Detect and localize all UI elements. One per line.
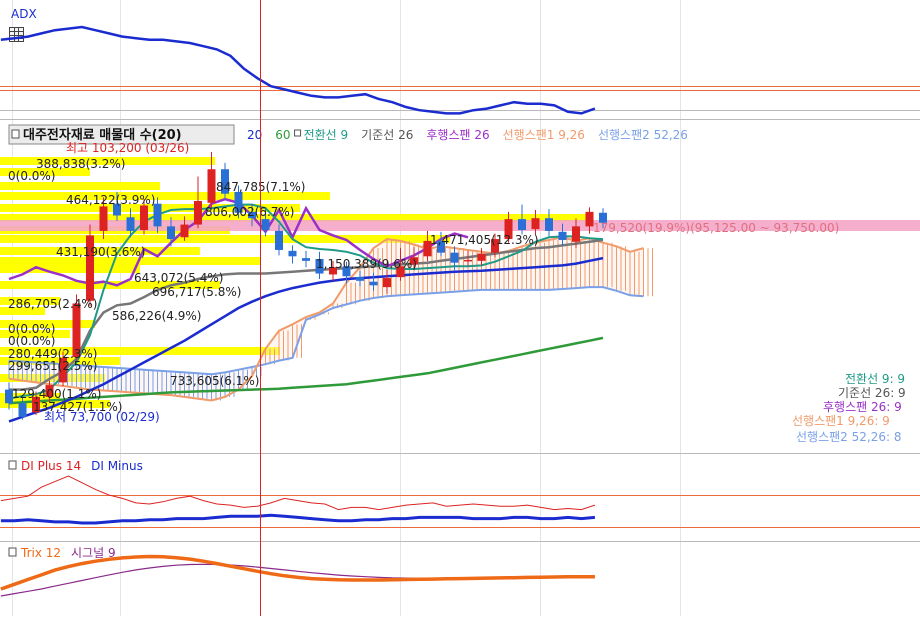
- legend-item-4: 후행스팬 26: [426, 127, 489, 142]
- indicator-legend: 20 60 전환선 9 기준선 26 후행스팬 26 선행스팬1 9,26 선행스팬2 52…: [247, 127, 688, 142]
- trix-legend-icon: [8, 547, 17, 557]
- candle-body-15: [207, 169, 216, 203]
- candle-body-27: [369, 281, 378, 286]
- candle-body-9: [126, 217, 135, 231]
- right-legend-item-1: 기준선 26: 9: [838, 386, 906, 400]
- volume-label-17: 129,400(1.1%): [12, 387, 101, 401]
- candle-body-35: [477, 253, 486, 261]
- di-legend-item-1: DI Minus: [91, 459, 143, 473]
- legend-item-0: 20: [247, 128, 262, 142]
- candle-body-33: [450, 252, 459, 263]
- candle-body-34: [464, 259, 472, 262]
- candle-body-7: [99, 206, 108, 231]
- chart-window: ADX 388,838(3.2%) 0(0.0%) 464,122(3.9%) …: [0, 0, 920, 616]
- candle-body-19: [261, 219, 270, 231]
- candle-body-22: [302, 258, 310, 261]
- volume-label-2: 464,122(3.9%): [66, 193, 155, 207]
- candle-body-40: [545, 218, 553, 231]
- trix-legend-item-0: Trix 12: [20, 546, 61, 560]
- legend-item-3: 기준선 26: [361, 128, 413, 142]
- volume-label-10: 286,705(2.4%): [8, 297, 97, 311]
- stock-chart[interactable]: ADX 388,838(3.2%)0(0.0%)464,122(3.9%)847…: [0, 0, 920, 616]
- candle-body-21: [288, 250, 297, 257]
- candle-body-14: [194, 200, 202, 225]
- volume-band-10: [0, 265, 140, 273]
- candle-body-20: [275, 230, 283, 250]
- candle-body-41: [558, 231, 567, 240]
- volume-label-9: 696,717(5.8%): [152, 285, 241, 299]
- right-legend-item-4: 선행스팬2 52,26: 8: [796, 429, 901, 444]
- volume-label-11: 586,226(4.9%): [112, 309, 201, 323]
- volume-label-1: 0(0.0%): [8, 169, 55, 183]
- candle-body-42: [572, 226, 580, 242]
- candle-body-13: [180, 224, 189, 238]
- right-legend-item-0: 전환선 9: 9: [845, 372, 905, 386]
- candle-body-38: [518, 219, 526, 231]
- legend-item-1: 60: [275, 128, 290, 142]
- di-legend-item-0: DI Plus 14: [21, 459, 81, 473]
- candle-6: [86, 224, 94, 307]
- candle-body-39: [531, 218, 540, 230]
- volume-label-13: 0(0.0%): [8, 334, 55, 348]
- candle-body-12: [167, 226, 175, 240]
- volume-band-2: [0, 182, 160, 190]
- right-legend-item-3: 선행스팬1 9,26: 9: [792, 413, 890, 428]
- volume-label-7: 1,150,389(9.6%): [316, 257, 417, 271]
- legend-square-icon: [294, 129, 302, 137]
- legend-item-6: 선행스팬2 52,26: [598, 127, 688, 142]
- volume-label-16: 733,605(6.1%): [170, 374, 259, 388]
- legend-item-5: 선행스팬1 9,26: [503, 127, 585, 142]
- candle-body-11: [153, 203, 162, 227]
- volume-label-15: 299,651(2.5%): [8, 359, 97, 373]
- trix-legend-item-1: 시그널 9: [71, 546, 116, 560]
- adx-title: ADX: [11, 7, 37, 21]
- candle-body-1: [18, 403, 27, 417]
- candle-body-28: [383, 278, 391, 288]
- title-box-icon: [11, 129, 20, 139]
- legend-item-2: 전환선 9: [304, 128, 349, 142]
- di-legend: DI Plus 14 DI Minus: [8, 459, 143, 473]
- volume-label-5: 1,471,405(12.3%): [430, 233, 539, 247]
- low-price-label: 최저 73,700 (02/29): [44, 410, 160, 424]
- di-legend-icon: [8, 460, 17, 470]
- candle-body-10: [140, 205, 148, 231]
- volume-label-4: 806,002(6.7%): [205, 205, 294, 219]
- range-label: 179,520(19.9%)(95,125.00 ~ 93,750.00): [593, 221, 839, 235]
- volume-label-6: 431,190(3.6%): [56, 245, 145, 259]
- high-price-label: 최고 103,200 (03/26): [66, 141, 189, 155]
- right-legend-item-2: 후행스팬 26: 9: [823, 399, 902, 414]
- volume-label-8: 643,072(5.4%): [134, 271, 223, 285]
- candle-body-26: [356, 277, 364, 281]
